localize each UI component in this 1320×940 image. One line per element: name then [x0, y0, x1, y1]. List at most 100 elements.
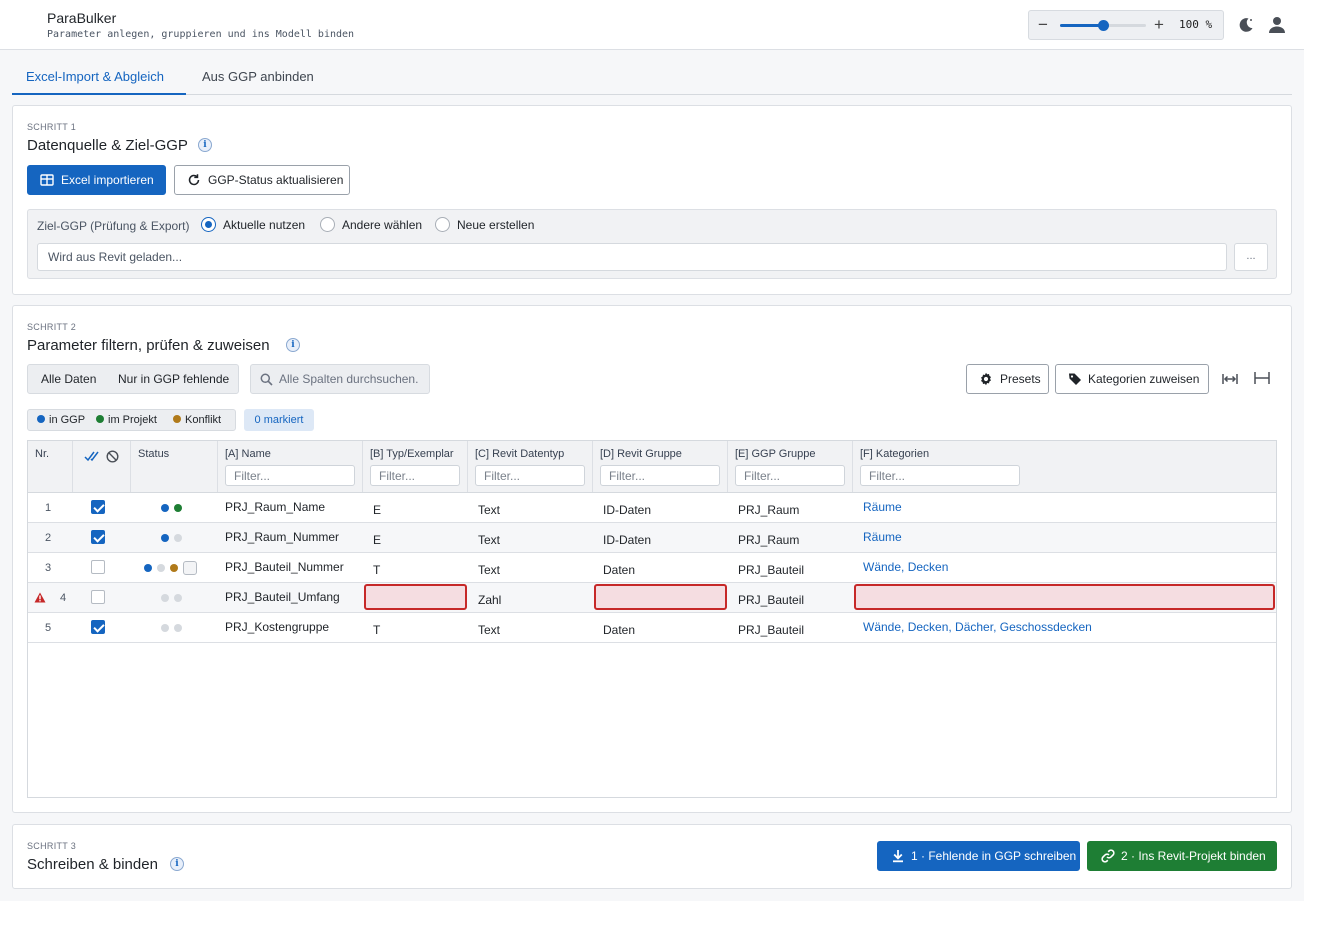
tag-icon: [1069, 373, 1081, 385]
user-icon[interactable]: [1267, 15, 1287, 35]
target-ggp-panel: Ziel-GGP (Prüfung & Export) Aktuelle nut…: [27, 209, 1277, 279]
row-checkbox[interactable]: [91, 530, 105, 544]
app-subtitle: Parameter anlegen, gruppieren und ins Mo…: [47, 29, 355, 40]
zoom-out-button[interactable]: −: [1035, 16, 1051, 33]
table-row[interactable]: 3 PRJ_Bauteil_Nummer T Text Daten PRJ_Ba…: [28, 553, 1276, 583]
info-icon[interactable]: i: [286, 338, 300, 352]
in-ggp-dot-icon: [144, 564, 152, 572]
row-checkbox[interactable]: [91, 590, 105, 604]
col-header-categories[interactable]: [F] Kategorien: [853, 441, 1276, 492]
step3-card: SCHRITT 3 Schreiben & binden i 1 · Fehle…: [12, 824, 1292, 889]
link-icon: [1101, 849, 1115, 863]
radio-indicator: [320, 217, 335, 232]
zoom-in-button[interactable]: +: [1151, 16, 1167, 33]
step3-label: SCHRITT 3: [27, 841, 77, 851]
row-number: 5: [45, 622, 52, 634]
tab-ggp-binding[interactable]: Aus GGP anbinden: [188, 62, 328, 95]
step1-card: SCHRITT 1 Datenquelle & Ziel-GGP i Excel…: [12, 105, 1292, 295]
radio-label: Andere wählen: [342, 218, 423, 232]
app-window: ParaBulker Parameter anlegen, gruppieren…: [0, 0, 1304, 901]
param-datatype: Text: [478, 623, 501, 637]
empty-dot-icon: [174, 594, 182, 602]
row-checkbox[interactable]: [91, 620, 105, 634]
col-header-type[interactable]: [B] Typ/Exemplar: [363, 441, 468, 492]
radio-label: Aktuelle nutzen: [223, 218, 306, 232]
search-input[interactable]: [279, 370, 427, 388]
empty-dot-icon: [174, 534, 182, 542]
legend-in-project: im Projekt: [96, 414, 157, 426]
step1-title: Datenquelle & Ziel-GGP: [27, 137, 188, 154]
type-cell-error[interactable]: [364, 584, 467, 610]
write-missing-label: 1 · Fehlende in GGP schreiben: [911, 849, 1077, 863]
zoom-slider-thumb[interactable]: [1097, 20, 1109, 31]
browse-button[interactable]: ...: [1234, 243, 1268, 271]
col-header-nr[interactable]: Nr.: [28, 441, 73, 492]
parameter-grid: Nr. Status [A] Name Filter... [B] Typ/Ex…: [27, 440, 1277, 798]
table-row-error[interactable]: 4 PRJ_Bauteil_Umfang Zahl PRJ_Bauteil: [28, 583, 1276, 613]
green-dot-icon: [96, 415, 104, 423]
empty-dot-icon: [161, 594, 169, 602]
filter-revit-group-input[interactable]: [600, 465, 720, 486]
in-ggp-dot-icon: [161, 504, 169, 512]
presets-label: Presets: [1000, 372, 1041, 386]
tab-bar: Excel-Import & Abgleich Aus GGP anbinden: [12, 62, 1292, 95]
conflict-dot-icon: [170, 564, 178, 572]
col-header-datatype[interactable]: [C] Revit Datentyp: [468, 441, 593, 492]
presets-button[interactable]: Presets: [966, 364, 1049, 394]
table-row[interactable]: 2 PRJ_Raum_Nummer E Text ID-Daten PRJ_Ra…: [28, 523, 1276, 553]
select-all-icon[interactable]: [84, 449, 100, 463]
filter-ggp-group-input[interactable]: [735, 465, 845, 486]
tab-excel-import[interactable]: Excel-Import & Abgleich: [12, 62, 186, 95]
param-name: PRJ_Kostengruppe: [225, 620, 330, 634]
search-icon: [260, 373, 273, 386]
filter-name-input[interactable]: [225, 465, 355, 486]
collapse-columns-icon[interactable]: [1252, 368, 1272, 388]
filter-type-input[interactable]: [370, 465, 460, 486]
col-header-revit-group[interactable]: [D] Revit Gruppe: [593, 441, 728, 492]
moon-icon[interactable]: [1236, 15, 1256, 35]
filter-categories-input[interactable]: [860, 465, 1020, 486]
app-title: ParaBulker: [47, 10, 117, 26]
legend-in-ggp: in GGP: [37, 414, 85, 426]
col-header-ggp-group[interactable]: [E] GGP Gruppe: [728, 441, 853, 492]
assign-categories-label: Kategorien zuweisen: [1088, 372, 1200, 386]
info-icon[interactable]: i: [170, 857, 184, 871]
in-ggp-dot-icon: [161, 534, 169, 542]
param-categories-link[interactable]: Wände, Decken, Dächer, Geschossdecken: [863, 620, 1092, 650]
info-icon[interactable]: i: [198, 138, 212, 152]
table-row[interactable]: 5 PRJ_Kostengruppe T Text Daten PRJ_Baut…: [28, 613, 1276, 643]
step2-card: SCHRITT 2 Parameter filtern, prüfen & zu…: [12, 305, 1292, 813]
ggp-refresh-button[interactable]: GGP-Status aktualisieren: [174, 165, 350, 195]
filter-missing-in-ggp[interactable]: Nur in GGP fehlende: [118, 365, 229, 393]
col-header-name[interactable]: [A] Name: [218, 441, 363, 492]
ggp-path-field[interactable]: Wird aus Revit geladen...: [37, 243, 1227, 271]
categories-cell-error[interactable]: [854, 584, 1275, 610]
excel-import-label: Excel importieren: [61, 173, 154, 187]
empty-dot-icon: [161, 624, 169, 632]
bind-to-revit-button[interactable]: 2 · Ins Revit-Projekt binden: [1087, 841, 1277, 871]
excel-import-button[interactable]: Excel importieren: [27, 165, 166, 195]
deselect-all-icon[interactable]: [106, 450, 119, 463]
assign-categories-button[interactable]: Kategorien zuweisen: [1055, 364, 1209, 394]
filter-datatype-input[interactable]: [475, 465, 585, 486]
step2-title: Parameter filtern, prüfen & zuweisen: [27, 337, 270, 354]
zoom-slider[interactable]: [1060, 20, 1146, 31]
filter-all-data[interactable]: Alle Daten: [41, 365, 96, 393]
data-filter-toggle: Alle Daten Nur in GGP fehlende: [27, 364, 239, 394]
table-row[interactable]: 1 PRJ_Raum_Name E Text ID-Daten PRJ_Raum…: [28, 493, 1276, 523]
blue-dot-icon: [37, 415, 45, 423]
row-checkbox[interactable]: [91, 560, 105, 574]
conflict-detail-checkbox[interactable]: [183, 561, 197, 575]
param-ggp-group: PRJ_Bauteil: [738, 623, 805, 637]
zoom-slider-fill: [1060, 24, 1103, 27]
write-missing-to-ggp-button[interactable]: 1 · Fehlende in GGP schreiben: [877, 841, 1080, 871]
orange-dot-icon: [173, 415, 181, 423]
row-checkbox[interactable]: [91, 500, 105, 514]
legend-conflict: Konflikt: [173, 414, 221, 426]
target-ggp-label: Ziel-GGP (Prüfung & Export): [37, 219, 190, 233]
col-header-status[interactable]: Status: [131, 441, 218, 492]
expand-columns-icon[interactable]: [1220, 369, 1240, 389]
in-project-dot-icon: [174, 504, 182, 512]
revit-group-cell-error[interactable]: [594, 584, 727, 610]
zoom-level: 100 %: [1179, 18, 1213, 31]
